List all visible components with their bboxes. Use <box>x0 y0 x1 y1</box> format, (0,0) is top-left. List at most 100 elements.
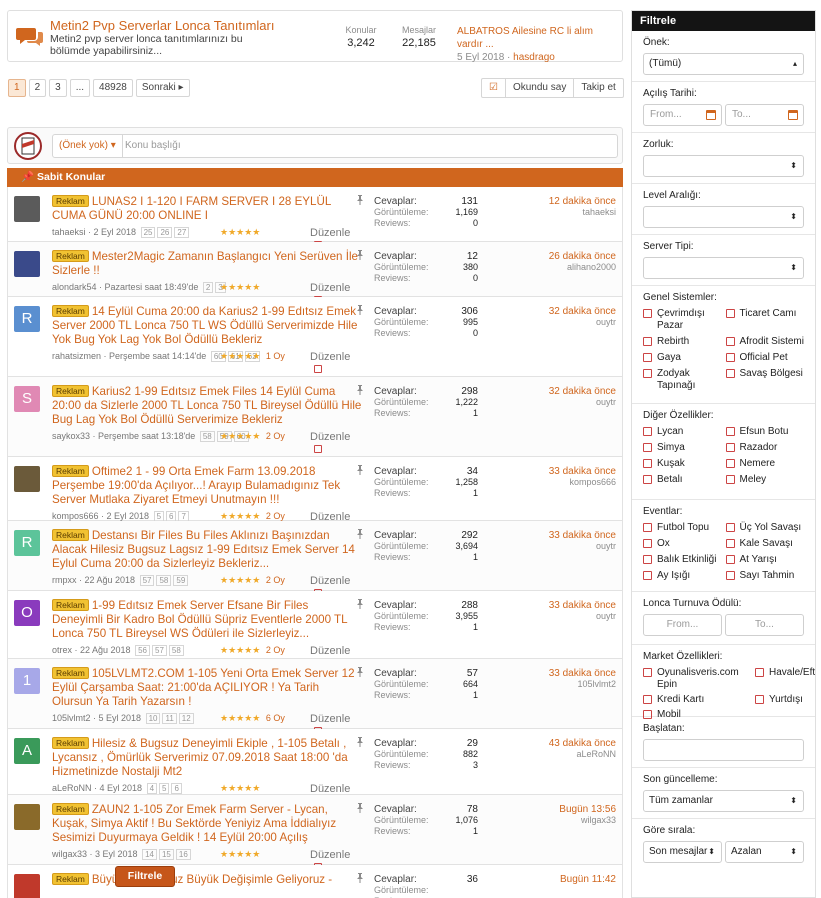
ad-badge[interactable]: Reklam <box>52 385 89 397</box>
other-feature-checkbox[interactable]: Betalı <box>643 474 722 486</box>
thread-page-link[interactable]: 27 <box>174 227 190 238</box>
last-post-time[interactable]: 33 dakika önce <box>549 668 616 679</box>
thread-page-link[interactable]: 58 <box>199 431 215 442</box>
checkbox-icon[interactable] <box>725 475 735 484</box>
event-checkbox[interactable]: Kale Savaşı <box>725 538 805 550</box>
thread-page-link[interactable]: 25 <box>140 227 156 238</box>
thread-row[interactable]: Reklam Mester2Magic Zamanın Başlangıcı Ye… <box>8 242 622 304</box>
checkbox-icon[interactable] <box>643 459 652 468</box>
thread-title[interactable]: 1-99 Edıtsız Emek Server Efsane Bir File… <box>52 599 347 640</box>
general-system-checkbox[interactable]: Savaş Bölgesi <box>725 368 805 392</box>
checkbox-icon[interactable] <box>643 668 652 677</box>
checkbox-icon[interactable] <box>725 523 735 532</box>
checkbox-icon[interactable] <box>643 571 652 580</box>
checkbox-icon[interactable] <box>725 571 735 580</box>
thread-title-input[interactable]: (Önek yok) ▾ Konu başlığı <box>52 134 618 158</box>
thread-page-link[interactable]: 14 <box>142 849 157 860</box>
thread-edit[interactable]: Düzenle <box>310 431 362 455</box>
thread-author[interactable]: tahaeksi <box>52 227 86 237</box>
general-system-checkbox[interactable]: Ticaret Camı <box>725 308 805 332</box>
thread-rating[interactable]: ★★★★★ <box>220 227 263 238</box>
avatar[interactable]: A <box>14 738 40 764</box>
last-post-user[interactable]: tahaeksi <box>549 207 616 218</box>
select-checkbox[interactable] <box>314 445 322 453</box>
thread-page-link[interactable]: 5 <box>159 783 170 794</box>
last-post-user[interactable]: aLeRoNN <box>549 749 616 760</box>
last-update-select[interactable]: Tüm zamanlar ⬍ <box>643 790 804 812</box>
guild-prize-to-input[interactable]: To... <box>725 614 804 636</box>
checkbox-icon[interactable] <box>643 523 652 532</box>
last-post-time[interactable]: 33 dakika önce <box>549 466 616 477</box>
started-by-input[interactable] <box>643 739 804 761</box>
thread-rating[interactable]: ★★★★★ 2 Oy <box>220 575 285 586</box>
checkbox-icon[interactable] <box>725 459 735 468</box>
avatar[interactable] <box>14 251 40 277</box>
avatar[interactable]: S <box>14 386 40 412</box>
thread-row[interactable]: R Reklam 14 Eylül Cuma 20:00 da Karius2 1… <box>8 297 622 377</box>
last-post-user[interactable]: kompos666 <box>549 477 616 488</box>
thread-author[interactable]: otrex <box>52 645 72 655</box>
ad-badge[interactable]: Reklam <box>52 803 89 815</box>
checkbox-icon[interactable] <box>725 337 735 346</box>
thread-page-link[interactable]: 57 <box>152 645 167 656</box>
event-checkbox[interactable]: Futbol Topu <box>643 522 722 534</box>
general-system-checkbox[interactable]: Rebirth <box>643 336 722 348</box>
checkbox-icon[interactable] <box>643 309 652 318</box>
thread-rating[interactable]: ★★★★★ 6 Oy <box>220 713 285 724</box>
thread-rating[interactable]: ★★★★★ 1 Oy <box>220 351 285 362</box>
ad-badge[interactable]: Reklam <box>52 529 89 541</box>
last-post-time[interactable]: 12 dakika önce <box>549 196 616 207</box>
follow-button[interactable]: Takip et <box>573 79 622 97</box>
last-post-user[interactable]: ouytr <box>549 317 616 328</box>
page-2-button[interactable]: 2 <box>28 79 47 97</box>
thread-page-link[interactable]: 59 <box>173 575 189 586</box>
last-post-time[interactable]: 43 dakika önce <box>549 738 616 749</box>
general-system-checkbox[interactable]: Çevrimdışı Pazar <box>643 308 722 332</box>
user-avatar[interactable] <box>14 132 42 160</box>
prefix-filter-select[interactable]: (Tümü) ▴ <box>643 53 804 75</box>
last-post-time[interactable]: 26 dakika önce <box>549 251 616 262</box>
thread-title[interactable]: LUNAS2 I 1-120 I FARM SERVER I 28 EYLÜL … <box>52 195 331 222</box>
thread-rating[interactable]: ★★★★★ <box>220 849 263 860</box>
server-type-select[interactable]: ⬍ <box>643 257 804 279</box>
next-page-button[interactable]: Sonraki ▸ <box>135 79 190 97</box>
checkbox-icon[interactable] <box>643 555 652 564</box>
avatar[interactable]: R <box>14 530 40 556</box>
last-post-time[interactable]: Bugün 13:56 <box>559 804 616 815</box>
thread-author[interactable]: 105lvlmt2 <box>52 713 91 723</box>
level-range-select[interactable]: ⬍ <box>643 206 804 228</box>
last-post-title[interactable]: ALBATROS Ailesine RC li alım vardır ... <box>457 26 593 50</box>
avatar[interactable] <box>14 196 40 222</box>
market-feature-checkbox[interactable]: Yurtdışı <box>755 694 815 706</box>
thread-title[interactable]: Oftime2 1 - 99 Orta Emek Farm 13.09.2018… <box>52 465 340 506</box>
thread-title[interactable]: 14 Eylül Cuma 20:00 da Karius2 1-99 Edıt… <box>52 305 357 346</box>
page-1-button[interactable]: 1 <box>8 79 26 97</box>
last-post-time[interactable]: 33 dakika önce <box>549 600 616 611</box>
guild-prize-from-input[interactable]: From... <box>643 614 722 636</box>
event-checkbox[interactable]: Balık Etkinliği <box>643 554 722 566</box>
general-system-checkbox[interactable]: Zodyak Tapınağı <box>643 368 722 392</box>
avatar[interactable]: R <box>14 306 40 332</box>
open-date-to-input[interactable]: To... <box>725 104 804 126</box>
general-system-checkbox[interactable]: Afrodit Sistemi <box>725 336 805 348</box>
ad-badge[interactable]: Reklam <box>52 873 89 885</box>
thread-page-link[interactable]: 57 <box>139 575 155 586</box>
ad-badge[interactable]: Reklam <box>52 667 89 679</box>
checkbox-icon[interactable] <box>725 555 735 564</box>
page-last-button[interactable]: 48928 <box>93 79 133 97</box>
thread-page-link[interactable]: 58 <box>168 645 184 656</box>
thread-row[interactable]: Reklam Büyük Oynuyoruz Büyük Değişimle Ge… <box>8 865 622 898</box>
thread-row[interactable]: Reklam LUNAS2 I 1-120 I FARM SERVER I 28 … <box>8 187 622 249</box>
difficulty-select[interactable]: ⬍ <box>643 155 804 177</box>
thread-edit[interactable]: Düzenle <box>310 351 362 375</box>
page-ellipsis-button[interactable]: ... <box>69 79 91 97</box>
checkbox-icon[interactable] <box>643 539 652 548</box>
filter-submit-button[interactable]: Filtrele <box>115 866 175 887</box>
thread-page-link[interactable]: 10 <box>145 713 161 724</box>
thread-title[interactable]: Karius2 1-99 Edıtsız Emek Files 14 Eylül… <box>52 385 361 426</box>
thread-page-link[interactable]: 11 <box>162 713 177 724</box>
thread-author[interactable]: kompos666 <box>52 511 99 521</box>
thread-row[interactable]: S Reklam Karius2 1-99 Edıtsız Emek Files … <box>8 377 622 457</box>
thread-author[interactable]: saykox33 <box>52 431 90 441</box>
market-feature-checkbox[interactable]: Kredi Kartı <box>643 694 751 706</box>
